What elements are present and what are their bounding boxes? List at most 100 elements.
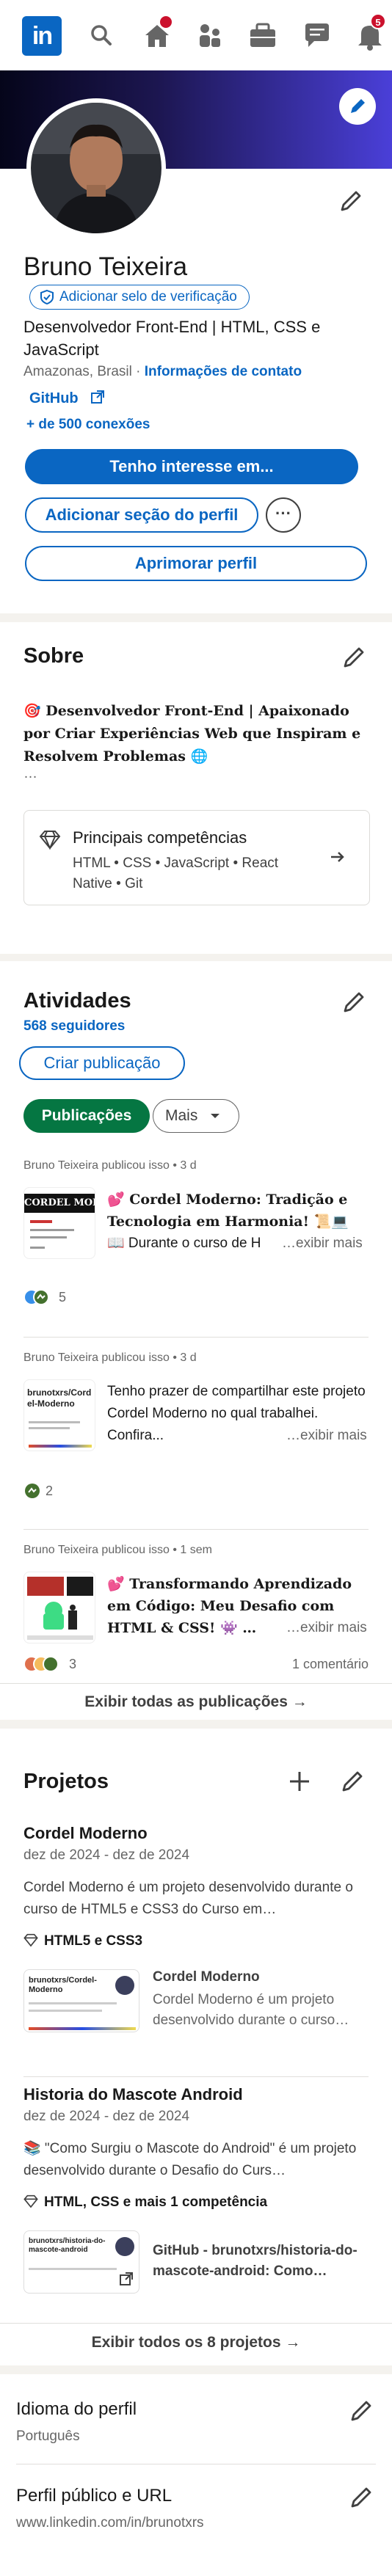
project-skills-text: HTML5 e CSS3 bbox=[44, 1933, 143, 1949]
profile-name: Bruno Teixeira bbox=[23, 252, 188, 281]
profile-language-value: Português bbox=[16, 2429, 80, 2444]
edit-language-pencil-icon[interactable] bbox=[348, 2398, 374, 2424]
project-dates: dez de 2024 - dez de 2024 bbox=[23, 2109, 190, 2124]
see-more-link[interactable]: …exibir mais bbox=[282, 1425, 367, 1447]
add-project-button[interactable] bbox=[286, 1768, 313, 1795]
linkedin-logo[interactable]: in bbox=[22, 16, 62, 56]
top-skills-title: Principais competências bbox=[73, 828, 247, 847]
project-skills: HTML5 e CSS3 bbox=[23, 1933, 142, 1949]
edit-intro-pencil-icon[interactable] bbox=[338, 188, 364, 214]
edit-banner-button[interactable] bbox=[339, 88, 376, 125]
post-divider bbox=[23, 1337, 369, 1338]
messaging-icon[interactable] bbox=[301, 19, 333, 51]
connections-link[interactable]: + de 500 conexões bbox=[26, 417, 150, 433]
reactions-count: 5 bbox=[59, 1290, 67, 1305]
arrow-right-icon bbox=[331, 852, 344, 862]
post-meta-rest: publicou isso • 3 d bbox=[98, 1159, 197, 1172]
home-badge bbox=[159, 15, 173, 29]
project-skills: HTML, CSS e mais 1 competência bbox=[23, 2194, 267, 2211]
profile-language-title: Idioma do perfil bbox=[16, 2399, 137, 2419]
about-section: Sobre 🎯 Desenvolvedor Front-End | Apaixo… bbox=[0, 622, 392, 954]
diamond-icon bbox=[39, 831, 61, 850]
followers-count[interactable]: 568 seguidores bbox=[23, 1018, 125, 1035]
edit-projects-pencil-icon[interactable] bbox=[339, 1768, 366, 1795]
post-thumbnail: CORDEL MODERNO bbox=[23, 1187, 95, 1259]
notifications-count-badge: 5 bbox=[370, 13, 386, 29]
post-divider bbox=[23, 1529, 369, 1530]
activity-post[interactable]: Bruno Teixeira publicou isso • 3 d CORDE… bbox=[0, 1153, 392, 1327]
contact-info-link[interactable]: Informações de contato bbox=[145, 364, 302, 379]
show-all-posts-link[interactable]: Exibir todas as publicações → bbox=[0, 1685, 392, 1720]
search-icon[interactable] bbox=[85, 19, 117, 51]
create-post-button[interactable]: Criar publicação bbox=[19, 1046, 185, 1080]
jobs-icon[interactable] bbox=[247, 19, 279, 51]
top-skills-list: HTML • CSS • JavaScript • React Native •… bbox=[73, 855, 279, 891]
top-skills-box[interactable]: Principais competências HTML • CSS • Jav… bbox=[23, 810, 370, 905]
github-link[interactable]: GitHub bbox=[29, 389, 106, 407]
verification-badge-button[interactable]: Adicionar selo de verificação bbox=[29, 285, 250, 310]
project-divider bbox=[23, 2076, 369, 2077]
project-item[interactable]: Cordel Moderno dez de 2024 - dez de 2024… bbox=[0, 1824, 392, 2095]
my-network-icon[interactable] bbox=[194, 19, 226, 51]
github-link-label: GitHub bbox=[29, 390, 79, 406]
add-profile-section-button[interactable]: Adicionar seção do perfil bbox=[25, 497, 258, 533]
reaction-icons bbox=[23, 1289, 49, 1305]
diamond-icon bbox=[23, 2194, 38, 2208]
reaction-icons bbox=[23, 1656, 59, 1672]
project-media-description: Cordel Moderno é um projeto desenvolvido… bbox=[153, 1992, 349, 2028]
home-icon[interactable] bbox=[141, 15, 173, 51]
shield-check-icon bbox=[40, 289, 54, 305]
activity-post[interactable]: Bruno Teixeira publicou isso • 1 sem 💕 T… bbox=[0, 1538, 392, 1677]
activity-title: Atividades bbox=[23, 989, 131, 1012]
project-name: Historia do Mascote Android bbox=[23, 2085, 243, 2104]
profile-headline: Desenvolvedor Front-End | HTML, CSS e Ja… bbox=[23, 318, 321, 359]
comments-count[interactable]: 1 comentário bbox=[292, 1657, 369, 1672]
media-thumb-text: brunotxrs/Cordel-Moderno bbox=[29, 1976, 97, 1994]
profile-settings-section: Idioma do perfil Português Perfil públic… bbox=[0, 2374, 392, 2576]
project-description: Cordel Moderno é um projeto desenvolvido… bbox=[23, 1880, 353, 1917]
about-text: 🎯 Desenvolvedor Front-End | Apaixonado p… bbox=[23, 703, 361, 765]
open-to-button[interactable]: Tenho interesse em... bbox=[25, 449, 358, 484]
public-profile-url[interactable]: www.linkedin.com/in/brunotxrs bbox=[16, 2515, 204, 2531]
see-more-link[interactable]: …exibir mais bbox=[282, 1617, 367, 1639]
more-actions-button[interactable]: ··· bbox=[266, 497, 301, 533]
tab-posts[interactable]: Publicações bbox=[23, 1099, 150, 1133]
project-media-thumbnail[interactable]: brunotxrs/Cordel-Moderno bbox=[23, 1969, 139, 2032]
external-link-icon bbox=[91, 390, 105, 404]
location-separator: · bbox=[131, 364, 145, 379]
thumbnail-text: brunotxrs/Cordel-Moderno bbox=[27, 1387, 92, 1409]
project-description: 📚 "Como Surgiu o Mascote do Android" é u… bbox=[23, 2141, 357, 2178]
tab-more[interactable]: Mais bbox=[153, 1099, 239, 1133]
project-dates: dez de 2024 - dez de 2024 bbox=[23, 1847, 190, 1863]
notifications-icon[interactable]: 5 bbox=[354, 13, 386, 51]
edit-about-pencil-icon[interactable] bbox=[341, 644, 367, 671]
avatar[interactable] bbox=[26, 98, 166, 238]
reactions-count: 3 bbox=[69, 1657, 77, 1671]
about-ellipsis[interactable]: … bbox=[23, 766, 37, 782]
post-thumbnail: brunotxrs/Cordel-Moderno bbox=[23, 1379, 95, 1451]
show-all-projects-link[interactable]: Exibir todos os 8 projetos → bbox=[0, 2324, 392, 2361]
project-skills-text: HTML, CSS e mais 1 competência bbox=[44, 2194, 268, 2210]
pencil-icon bbox=[351, 99, 365, 113]
see-more-link[interactable]: …exibir mais bbox=[282, 1233, 363, 1255]
project-name: Cordel Moderno bbox=[23, 1824, 148, 1842]
edit-public-url-pencil-icon[interactable] bbox=[348, 2484, 374, 2511]
project-media-title: GitHub - brunotxrs/historia-do-mascote-a… bbox=[153, 2243, 357, 2279]
project-item[interactable]: Historia do Mascote Android dez de 2024 … bbox=[0, 2085, 392, 2320]
post-author: Bruno Teixeira bbox=[23, 1544, 98, 1556]
post-meta: Bruno Teixeira publicou isso • 1 sem bbox=[23, 1544, 212, 1557]
edit-activity-pencil-icon[interactable] bbox=[341, 989, 367, 1015]
tab-more-label: Mais bbox=[165, 1107, 198, 1124]
post-thumbnail bbox=[23, 1572, 95, 1643]
post-meta-rest: publicou isso • 1 sem bbox=[98, 1544, 212, 1556]
android-mascot-image bbox=[27, 1577, 93, 1640]
project-media-thumbnail[interactable]: brunotxrs/historia-do-mascote-android bbox=[23, 2230, 139, 2294]
diamond-icon bbox=[23, 1933, 38, 1947]
reactions-count: 2 bbox=[46, 1484, 54, 1498]
post-meta-rest: publicou isso • 3 d bbox=[98, 1351, 197, 1364]
enhance-profile-button[interactable]: Aprimorar perfil bbox=[25, 546, 367, 581]
post-meta: Bruno Teixeira publicou isso • 3 d bbox=[23, 1159, 197, 1172]
activity-post[interactable]: Bruno Teixeira publicou isso • 3 d bruno… bbox=[0, 1346, 392, 1520]
post-author: Bruno Teixeira bbox=[23, 1351, 98, 1364]
plus-icon bbox=[290, 1772, 309, 1791]
